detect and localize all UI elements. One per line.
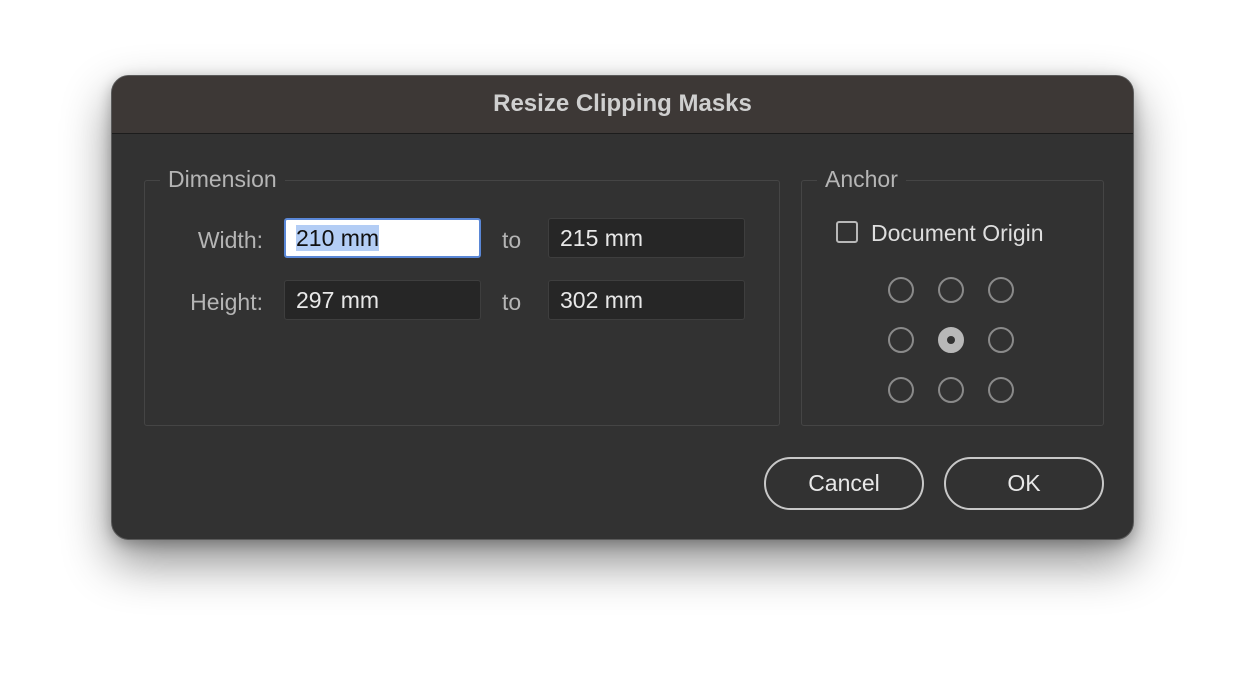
dimension-group-label: Dimension <box>160 164 285 194</box>
anchor-point-grid <box>888 277 1014 403</box>
anchor-group-label: Anchor <box>817 164 906 194</box>
width-label: Width: <box>197 227 263 253</box>
anchor-bottom-right[interactable] <box>988 377 1014 403</box>
anchor-bottom-center[interactable] <box>938 377 964 403</box>
height-to-label: to <box>502 289 522 315</box>
anchor-top-right[interactable] <box>988 277 1014 303</box>
anchor-bottom-left[interactable] <box>888 377 914 403</box>
ok-button[interactable]: OK <box>944 457 1104 510</box>
height-to-input[interactable]: 302 mm <box>548 280 745 320</box>
width-to-input[interactable]: 215 mm <box>548 218 745 258</box>
anchor-top-left[interactable] <box>888 277 914 303</box>
resize-clipping-masks-dialog: Resize Clipping Masks Dimension Width: 2… <box>111 75 1134 540</box>
document-origin-checkbox[interactable] <box>836 221 858 243</box>
anchor-middle-left[interactable] <box>888 327 914 353</box>
width-to-label: to <box>502 227 522 253</box>
height-label: Height: <box>190 289 263 315</box>
width-from-input[interactable]: 210 mm <box>284 218 481 258</box>
height-from-input[interactable]: 297 mm <box>284 280 481 320</box>
anchor-group: Anchor Document Origin <box>801 164 1104 426</box>
dimension-group: Dimension Width: 210 mm to 215 mm Height… <box>144 164 780 426</box>
cancel-button[interactable]: Cancel <box>764 457 924 510</box>
document-origin-label: Document Origin <box>871 220 1044 246</box>
anchor-top-center[interactable] <box>938 277 964 303</box>
anchor-middle-right[interactable] <box>988 327 1014 353</box>
anchor-center[interactable] <box>938 327 964 353</box>
dialog-title: Resize Clipping Masks <box>112 76 1133 134</box>
width-from-value: 210 mm <box>296 225 380 251</box>
